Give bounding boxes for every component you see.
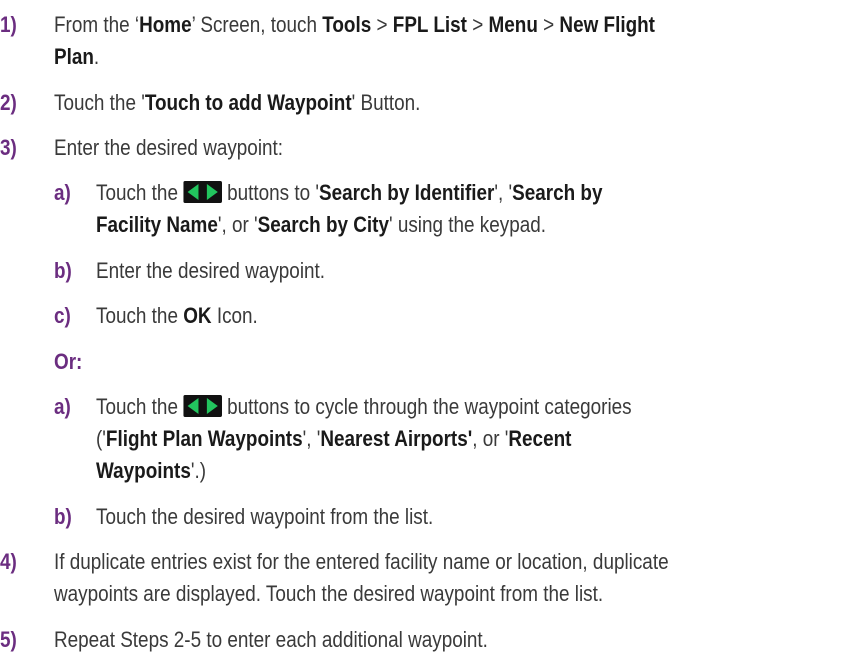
text-fragment: >: [537, 12, 560, 37]
step-text-line: Enter the desired waypoint:: [54, 132, 283, 163]
bold-term: Flight Plan Waypoints: [105, 426, 303, 451]
step-number: 1): [0, 12, 17, 37]
or-label: Or:: [54, 349, 83, 374]
bold-term: OK: [183, 303, 212, 328]
text-fragment: '.): [190, 458, 207, 483]
substep-text-line: Touch the buttons to cycle through the w…: [96, 391, 632, 422]
step-number: 4): [0, 549, 17, 574]
step-text-line: Touch the 'Touch to add Waypoint' Button…: [54, 87, 420, 118]
step-number: 5): [0, 627, 17, 652]
bold-term: Touch to add Waypoint: [144, 90, 352, 115]
text-fragment: waypoints are displayed. Touch the desir…: [54, 581, 604, 606]
text-fragment: Touch the: [96, 394, 184, 419]
text-fragment: ' Button.: [351, 90, 421, 115]
left-right-arrow-buttons-icon: [183, 181, 222, 203]
text-fragment: Touch the ': [54, 90, 145, 115]
substep-letter: b): [54, 258, 72, 283]
text-fragment: buttons to cycle through the waypoint ca…: [221, 394, 632, 419]
step-number: 2): [0, 90, 17, 115]
step-text-line: If duplicate entries exist for the enter…: [54, 546, 669, 577]
substep-text-line: Touch the buttons to 'Search by Identifi…: [96, 177, 602, 208]
substep-text-line: ('Flight Plan Waypoints', 'Nearest Airpo…: [96, 423, 571, 454]
bold-term: Home: [139, 12, 192, 37]
text-fragment: >: [466, 12, 489, 37]
text-fragment: , or ': [472, 426, 509, 451]
bold-term: Waypoints: [96, 458, 191, 483]
text-fragment: Touch the desired waypoint from the list…: [96, 504, 434, 529]
text-fragment: If duplicate entries exist for the enter…: [54, 549, 669, 574]
text-fragment: Repeat Steps 2-5 to enter each additiona…: [54, 627, 488, 652]
bold-term: Nearest Airports': [320, 426, 473, 451]
bold-term: Tools: [322, 12, 372, 37]
substep-letter: a): [54, 394, 71, 419]
step-text-line: Repeat Steps 2-5 to enter each additiona…: [54, 624, 488, 655]
text-fragment: ', or ': [217, 212, 258, 237]
bold-term: Menu: [488, 12, 538, 37]
step-text-line: waypoints are displayed. Touch the desir…: [54, 578, 603, 609]
substep-text-line: Touch the OK Icon.: [96, 300, 258, 331]
text-fragment: Enter the desired waypoint:: [54, 135, 284, 160]
text-fragment: From the ‘: [54, 12, 140, 37]
bold-term: Search by City: [257, 212, 389, 237]
substep-letter: b): [54, 504, 72, 529]
text-fragment: .: [93, 44, 100, 69]
step-number: 3): [0, 135, 17, 160]
text-fragment: Icon.: [211, 303, 258, 328]
substep-text-line: Enter the desired waypoint.: [96, 255, 325, 286]
bold-term: FPL List: [392, 12, 467, 37]
substep-text-line: Facility Name', or 'Search by City' usin…: [96, 209, 546, 240]
substep-text-line: Waypoints'.): [96, 455, 206, 486]
step-text-line: Plan.: [54, 41, 99, 72]
substep-text-line: Touch the desired waypoint from the list…: [96, 501, 433, 532]
text-fragment: ', ': [302, 426, 321, 451]
bold-term: Recent: [508, 426, 572, 451]
substep-letter: c): [54, 303, 71, 328]
text-fragment: Touch the: [96, 303, 184, 328]
bold-term: Plan: [54, 44, 94, 69]
text-fragment: ', ': [494, 180, 513, 205]
text-fragment: Touch the: [96, 180, 184, 205]
text-fragment: Enter the desired waypoint.: [96, 258, 326, 283]
text-fragment: ’ Screen, touch: [191, 12, 323, 37]
bold-term: Search by: [512, 180, 603, 205]
bold-term: Search by Identifier: [318, 180, 495, 205]
text-fragment: (': [96, 426, 106, 451]
step-text-line: From the ‘Home’ Screen, touch Tools > FP…: [54, 9, 655, 40]
text-fragment: ' using the keypad.: [388, 212, 546, 237]
bold-term: Facility Name: [96, 212, 218, 237]
text-fragment: buttons to ': [221, 180, 319, 205]
left-right-arrow-buttons-icon: [183, 395, 222, 417]
text-fragment: >: [371, 12, 393, 37]
instruction-page: 1) From the ‘Home’ Screen, touch Tools > …: [0, 0, 860, 664]
bold-term: New Flight: [559, 12, 655, 37]
substep-letter: a): [54, 180, 71, 205]
